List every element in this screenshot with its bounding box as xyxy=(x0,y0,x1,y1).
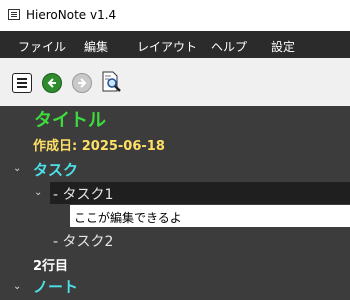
forward-arrow-icon[interactable] xyxy=(72,73,92,93)
menu-settings[interactable]: 設定 xyxy=(271,38,295,55)
menu-help[interactable]: ヘルプ xyxy=(211,38,247,55)
title-bar: HieroNote v1.4 xyxy=(0,0,350,31)
created-date: 作成日: 2025-06-18 xyxy=(33,139,165,154)
outline-row-task1[interactable]: ⌄ - タスク1 xyxy=(0,182,350,204)
chevron-down-icon[interactable]: ⌄ xyxy=(13,163,21,174)
task-item-1: - タスク1 xyxy=(53,187,114,203)
outline-row-note-section[interactable]: ⌄ ノート xyxy=(0,275,350,299)
section-heading-note: ノート xyxy=(33,278,79,296)
list-icon[interactable] xyxy=(12,73,32,93)
menu-layout[interactable]: レイアウト xyxy=(137,38,197,55)
outline-row-task-section[interactable]: ⌄ タスク xyxy=(0,158,350,180)
search-document-icon[interactable] xyxy=(100,71,122,93)
menu-bar: ファイル 編集 レイアウト ヘルプ 設定 xyxy=(0,31,350,58)
toolbar xyxy=(0,58,350,106)
menu-file[interactable]: ファイル xyxy=(18,38,66,55)
inline-edit-value: ここが編集できるよ xyxy=(74,211,182,225)
back-arrow-icon[interactable] xyxy=(42,73,62,93)
section-heading-task: タスク xyxy=(33,161,79,179)
window-title: HieroNote v1.4 xyxy=(26,8,117,22)
outline-row-date[interactable]: 作成日: 2025-06-18 xyxy=(0,135,350,155)
document-title: タイトル xyxy=(34,110,106,131)
outline-row-line2[interactable]: 2行目 xyxy=(0,254,350,274)
menu-edit[interactable]: 編集 xyxy=(84,38,108,55)
outline-row-title[interactable]: タイトル xyxy=(0,106,350,131)
document-editor[interactable]: タイトル 作成日: 2025-06-18 ⌄ タスク ⌄ - タスク1 ここが編… xyxy=(0,106,350,300)
inline-edit-field[interactable]: ここが編集できるよ xyxy=(70,205,350,227)
chevron-down-icon[interactable]: ⌄ xyxy=(13,281,21,292)
outline-row-task2[interactable]: - タスク2 xyxy=(0,229,350,251)
chevron-down-icon[interactable]: ⌄ xyxy=(34,187,42,198)
task-item-2: - タスク2 xyxy=(53,234,114,250)
body-line-2: 2行目 xyxy=(33,259,69,274)
app-icon xyxy=(8,9,20,20)
